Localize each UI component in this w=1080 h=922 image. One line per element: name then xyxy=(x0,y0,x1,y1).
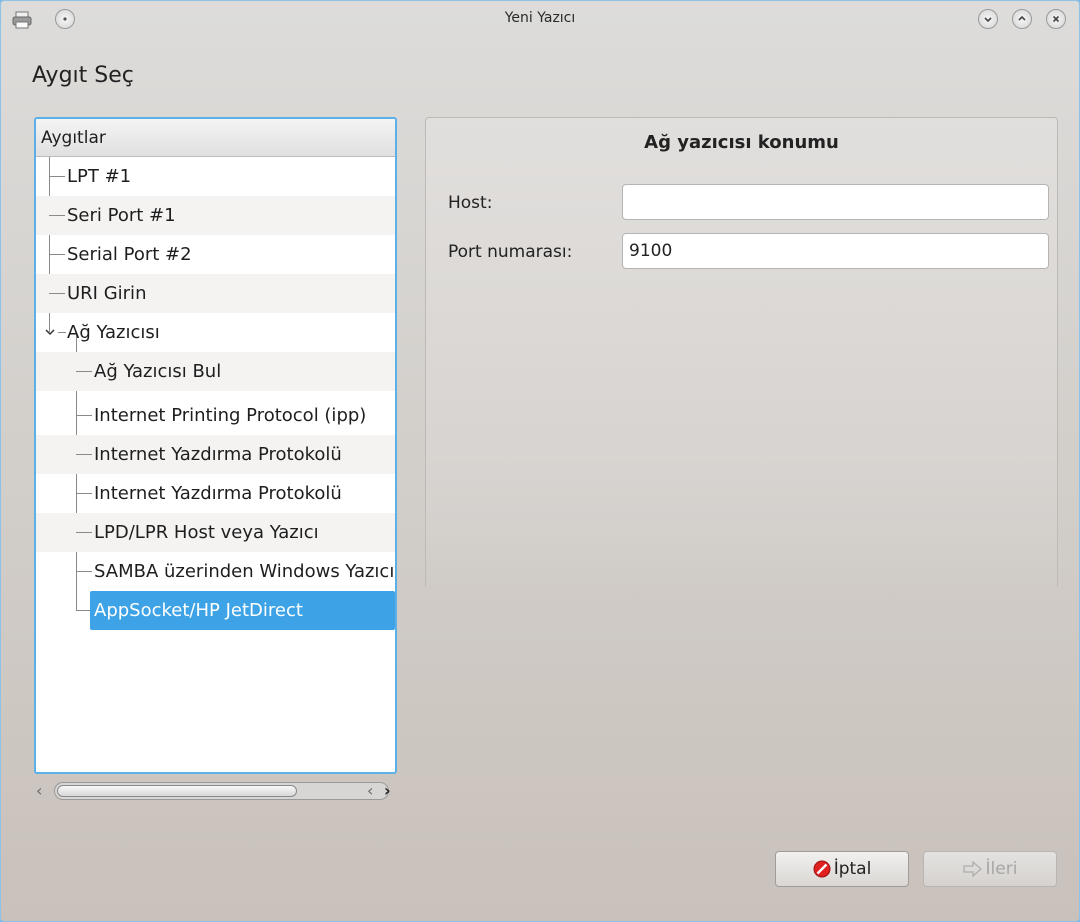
next-button[interactable]: İleri xyxy=(923,851,1057,887)
cancel-label: İptal xyxy=(833,859,872,879)
tree-item-network-printer[interactable]: Ağ Yazıcısı xyxy=(36,313,395,352)
horizontal-scrollbar[interactable]: ‹ ‹ › xyxy=(34,780,397,804)
tree-item-label: Internet Printing Protocol (ipp) xyxy=(94,405,367,426)
scroll-left-icon[interactable]: ‹ xyxy=(367,780,373,802)
tree-item-label: Internet Yazdırma Protokolü xyxy=(94,444,342,465)
tree-item-ipp[interactable]: Internet Printing Protocol (ipp) xyxy=(36,396,395,435)
window-title: Yeni Yazıcı xyxy=(504,10,576,26)
cancel-button[interactable]: İptal xyxy=(775,851,909,887)
tree-item-label: Ağ Yazıcısı xyxy=(67,322,160,343)
tree-item-label: LPD/LPR Host veya Yazıcı xyxy=(94,522,319,543)
tree-item-label: SAMBA üzerinden Windows Yazıcı xyxy=(94,561,395,582)
tree-item-ipp-tr-2[interactable]: Internet Yazdırma Protokolü xyxy=(36,474,395,513)
port-input[interactable] xyxy=(622,233,1049,269)
tree-item-label: LPT #1 xyxy=(67,166,132,187)
tree-item-label: Internet Yazdırma Protokolü xyxy=(94,483,342,504)
tree-item-ipp-tr-1[interactable]: Internet Yazdırma Protokolü xyxy=(36,435,395,474)
scrollbar-thumb[interactable] xyxy=(57,785,297,797)
arrow-right-icon xyxy=(962,861,983,877)
panel-title: Ağ yazıcısı konumu xyxy=(644,132,839,153)
tree-item-uri[interactable]: URI Girin xyxy=(36,274,395,313)
minimize-button[interactable] xyxy=(978,9,998,29)
host-label: Host: xyxy=(448,193,493,213)
network-location-panel: Ağ yazıcısı konumu Host: Port numarası: xyxy=(425,117,1058,587)
port-label: Port numarası: xyxy=(448,242,573,262)
printer-dialog-window: Yeni Yazıcı Aygıt Seç Aygıtlar LPT #1 Se… xyxy=(0,0,1080,922)
tree-item-label: Serial Port #2 xyxy=(67,244,192,265)
next-label: İleri xyxy=(985,859,1018,879)
scrollbar-track[interactable] xyxy=(54,782,389,800)
tree-item-serial2[interactable]: Serial Port #2 xyxy=(36,235,395,274)
tree-item-lpt1[interactable]: LPT #1 xyxy=(36,157,395,196)
tree-header[interactable]: Aygıtlar xyxy=(36,119,395,157)
tree-item-label: Seri Port #1 xyxy=(67,205,176,226)
tree-item-label: URI Girin xyxy=(67,283,147,304)
close-button[interactable] xyxy=(1046,9,1066,29)
cancel-icon xyxy=(813,860,831,878)
tree-item-label: AppSocket/HP JetDirect xyxy=(94,600,303,621)
tree-item-samba[interactable]: SAMBA üzerinden Windows Yazıcı xyxy=(36,552,395,591)
page-heading: Aygıt Seç xyxy=(32,63,134,88)
device-tree[interactable]: Aygıtlar LPT #1 Seri Port #1 Serial Port… xyxy=(34,117,397,774)
host-input[interactable] xyxy=(622,184,1049,220)
tree-item-label: Ağ Yazıcısı Bul xyxy=(94,361,222,382)
tree-item-appsocket[interactable]: AppSocket/HP JetDirect xyxy=(36,591,395,630)
tree-item-find-network-printer[interactable]: Ağ Yazıcısı Bul xyxy=(36,352,395,391)
scroll-left-icon[interactable]: ‹ xyxy=(36,780,42,802)
tree-item-lpd[interactable]: LPD/LPR Host veya Yazıcı xyxy=(36,513,395,552)
title-bar: Yeni Yazıcı xyxy=(1,1,1079,41)
tree-item-serial1[interactable]: Seri Port #1 xyxy=(36,196,395,235)
maximize-button[interactable] xyxy=(1012,9,1032,29)
scroll-right-icon[interactable]: › xyxy=(384,780,391,802)
